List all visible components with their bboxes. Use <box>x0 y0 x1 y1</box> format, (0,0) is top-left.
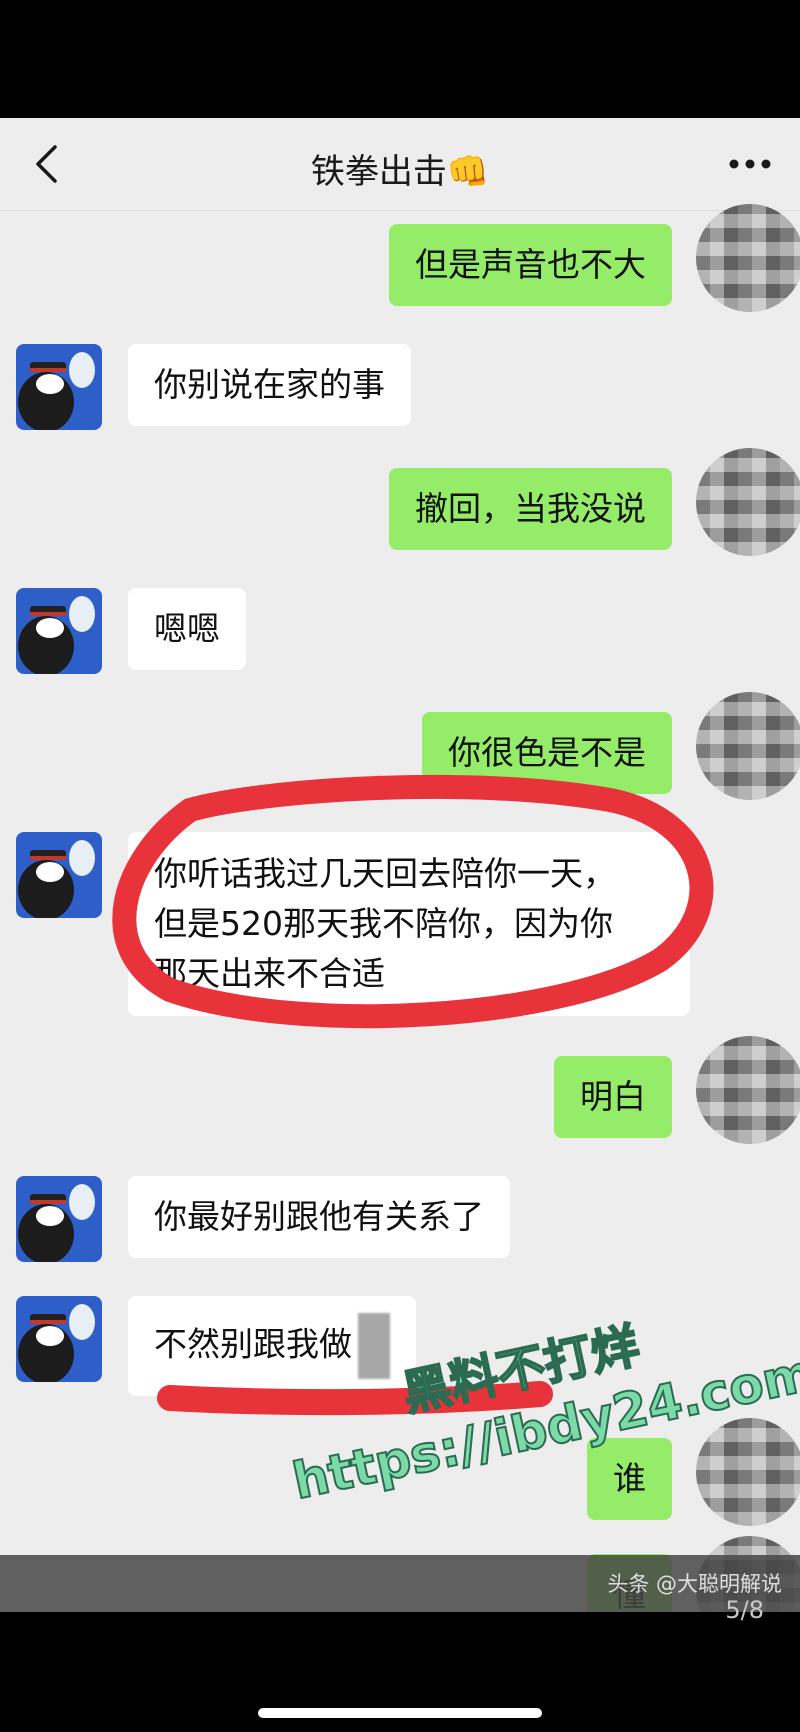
more-button[interactable] <box>722 140 778 188</box>
cartoon-avatar-icon <box>16 344 102 430</box>
self-avatar[interactable] <box>696 1036 800 1144</box>
contact-avatar[interactable] <box>16 1176 102 1262</box>
self-avatar[interactable] <box>696 692 800 800</box>
message-text: 不然别跟我做 <box>154 1324 352 1364</box>
contact-avatar[interactable] <box>16 344 102 430</box>
message-bubble-received[interactable]: 嗯嗯 <box>128 588 246 670</box>
chat-header: 铁拳出击👊 <box>0 118 800 211</box>
message-line: 那天出来不合适 <box>154 954 385 993</box>
page-indicator: 5/8 <box>725 1596 764 1624</box>
message-bubble-sent[interactable]: 撤回，当我没说 <box>389 468 672 550</box>
more-dots-icon <box>729 159 771 169</box>
home-indicator[interactable] <box>258 1708 542 1718</box>
cartoon-avatar-icon <box>16 588 102 674</box>
self-avatar[interactable] <box>696 448 800 556</box>
message-bubble-received[interactable]: 你最好别跟他有关系了 <box>128 1176 510 1258</box>
self-avatar[interactable] <box>696 204 800 312</box>
censor-block <box>358 1313 390 1379</box>
contact-avatar[interactable] <box>16 588 102 674</box>
cartoon-avatar-icon <box>16 832 102 918</box>
message-bubble-received[interactable]: 不然别跟我做 <box>128 1296 416 1396</box>
message-line: 但是520那天我不陪你，因为你 <box>154 904 613 943</box>
message-line: 你听话我过几天回去陪你一天， <box>154 854 616 893</box>
message-bubble-received[interactable]: 你别说在家的事 <box>128 344 411 426</box>
source-caption: 头条 @大聪明解说 <box>607 1572 782 1596</box>
chat-title: 铁拳出击👊 <box>310 152 490 192</box>
message-bubble-sent[interactable]: 明白 <box>554 1056 672 1138</box>
contact-avatar[interactable] <box>16 1296 102 1382</box>
message-bubble-received[interactable]: 你听话我过几天回去陪你一天， 但是520那天我不陪你，因为你 那天出来不合适 <box>128 832 690 1016</box>
cartoon-avatar-icon <box>16 1176 102 1262</box>
contact-avatar[interactable] <box>16 832 102 918</box>
message-bubble-sent[interactable]: 但是声音也不大 <box>389 224 672 306</box>
message-bubble-sent[interactable]: 你很色是不是 <box>422 712 672 794</box>
message-bubble-sent[interactable]: 谁 <box>587 1438 672 1520</box>
cartoon-avatar-icon <box>16 1296 102 1382</box>
self-avatar[interactable] <box>696 1418 800 1526</box>
